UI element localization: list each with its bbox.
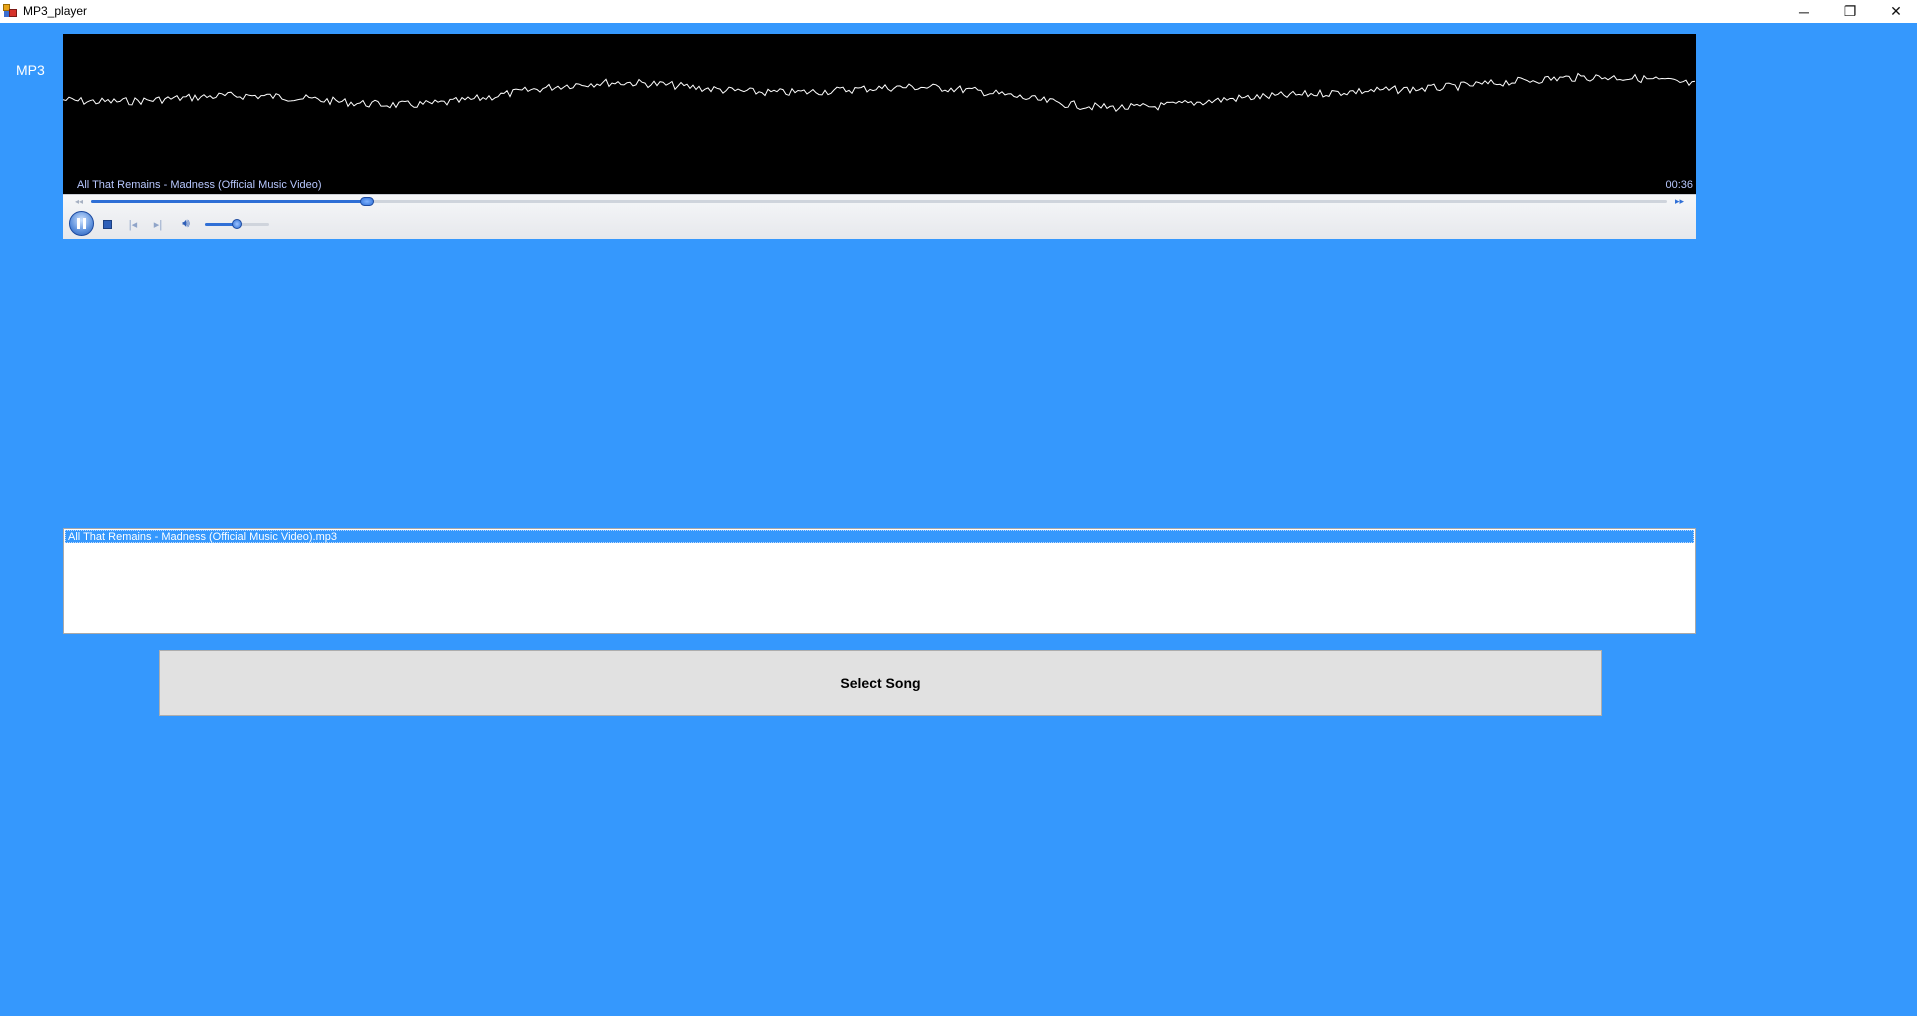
- volume-slider[interactable]: [205, 219, 269, 229]
- playlist-listbox[interactable]: All That Remains - Madness (Official Mus…: [63, 528, 1696, 634]
- window-title: MP3_player: [23, 4, 88, 18]
- next-icon: ▸|: [153, 218, 163, 231]
- restore-button[interactable]: ❐: [1827, 0, 1873, 23]
- seek-progress: [91, 200, 367, 203]
- speaker-icon: 🔊︎: [182, 215, 190, 230]
- select-song-button[interactable]: Select Song: [159, 650, 1602, 716]
- mute-button[interactable]: 🔊︎: [178, 215, 194, 230]
- player-controls: ◂◂ ▸▸ |◂ ▸| 🔊︎: [63, 194, 1696, 239]
- rewind-icon[interactable]: ◂◂: [75, 197, 83, 206]
- now-playing-title: All That Remains - Madness (Official Mus…: [77, 179, 322, 191]
- fast-forward-icon[interactable]: ▸▸: [1675, 196, 1684, 207]
- stop-button[interactable]: [101, 218, 113, 230]
- elapsed-time: 00:36: [1665, 179, 1693, 191]
- stop-icon: [102, 219, 112, 229]
- previous-icon: |◂: [128, 218, 138, 231]
- next-track-button[interactable]: ▸|: [152, 218, 164, 231]
- app-label: MP3: [16, 62, 45, 78]
- title-bar: MP3_player ─ ❐ ✕: [0, 0, 1917, 23]
- playlist-item[interactable]: All That Remains - Madness (Official Mus…: [65, 530, 1694, 543]
- seek-bar[interactable]: [91, 197, 1667, 206]
- volume-thumb[interactable]: [232, 219, 242, 229]
- media-player: All That Remains - Madness (Official Mus…: [63, 34, 1696, 239]
- close-button[interactable]: ✕: [1873, 0, 1917, 23]
- app-icon: [3, 4, 17, 18]
- seek-thumb[interactable]: [359, 197, 374, 206]
- waveform-visualizer: [63, 72, 1696, 112]
- pause-button[interactable]: [69, 211, 94, 236]
- previous-track-button[interactable]: |◂: [127, 218, 139, 231]
- minimize-button[interactable]: ─: [1781, 0, 1827, 23]
